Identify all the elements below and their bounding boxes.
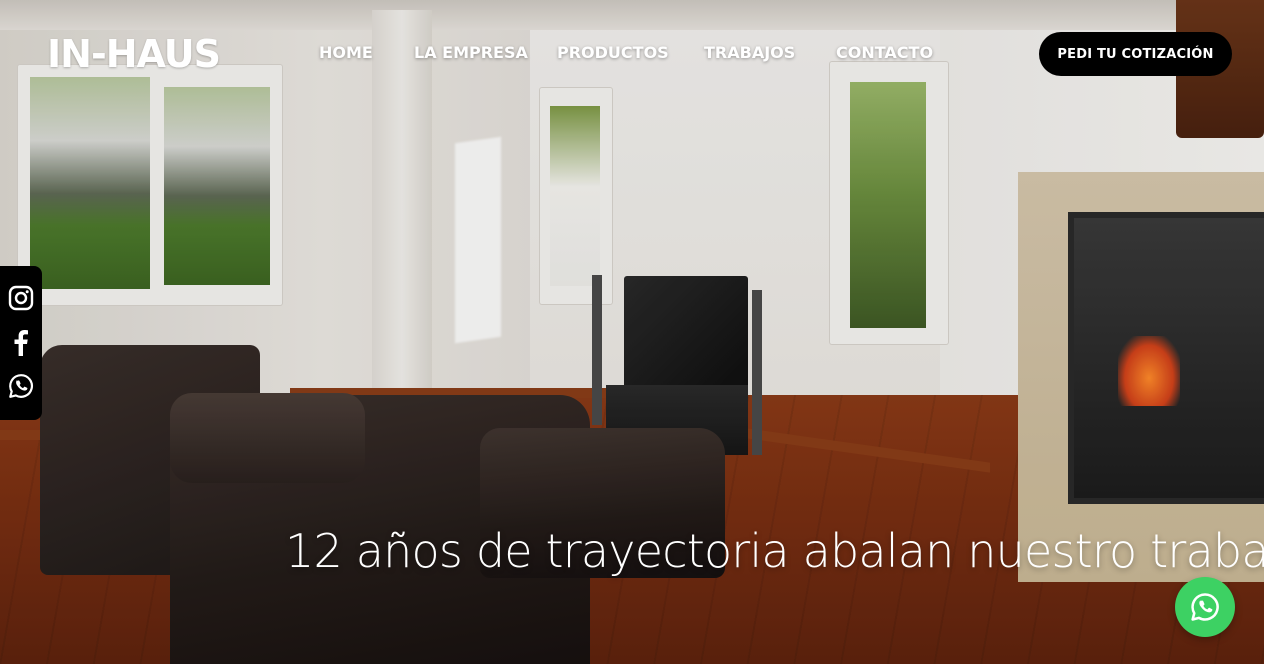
instagram-link[interactable] bbox=[6, 283, 36, 313]
facebook-icon bbox=[14, 330, 28, 356]
whatsapp-link[interactable] bbox=[6, 371, 36, 401]
nav-item-contacto[interactable]: CONTACTO bbox=[836, 40, 933, 66]
instagram-icon bbox=[8, 285, 34, 311]
whatsapp-icon bbox=[9, 374, 33, 398]
nav-item-home[interactable]: HOME bbox=[319, 40, 373, 66]
whatsapp-icon bbox=[1191, 593, 1219, 621]
nav-item-trabajos[interactable]: TRABAJOS bbox=[704, 40, 795, 66]
request-quote-button[interactable]: PEDI TU COTIZACIÓN bbox=[1039, 32, 1232, 76]
social-sidebar bbox=[0, 266, 42, 420]
hero-headline: 12 años de trayectoria abalan nuestro tr… bbox=[285, 524, 1264, 578]
facebook-link[interactable] bbox=[6, 327, 36, 357]
nav-item-productos[interactable]: PRODUCTOS bbox=[557, 40, 669, 66]
nav-item-la-empresa[interactable]: LA EMPRESA bbox=[414, 40, 528, 66]
whatsapp-float-button[interactable] bbox=[1175, 577, 1235, 637]
site-logo[interactable]: IN-HAUS bbox=[47, 33, 221, 75]
